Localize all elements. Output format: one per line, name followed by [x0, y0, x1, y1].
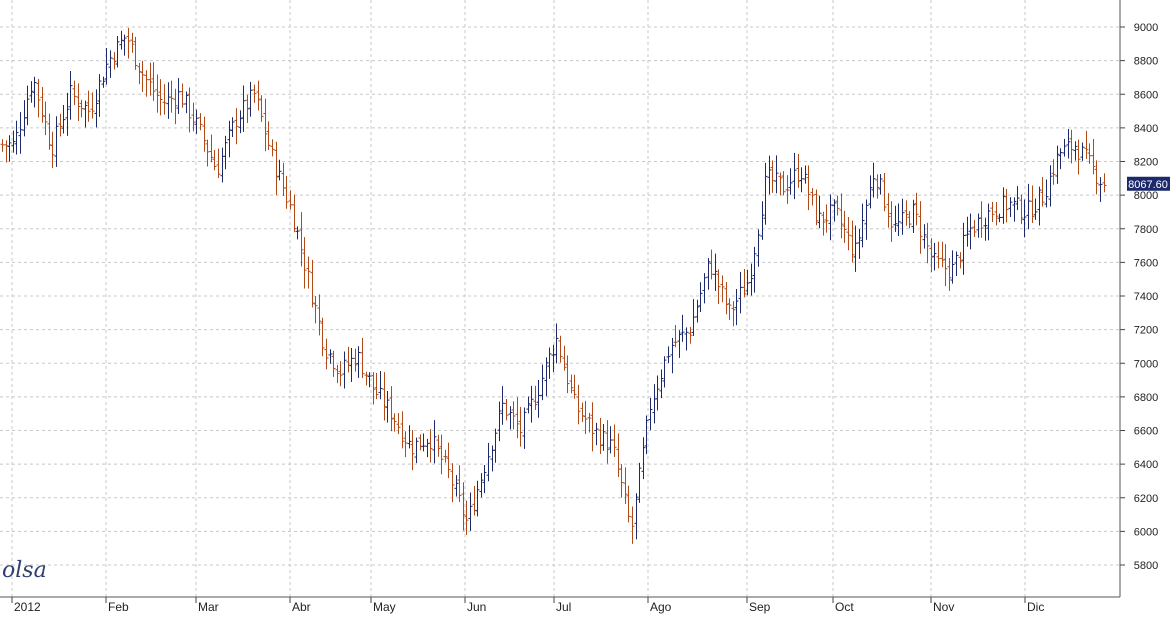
x-tick-label: Jul — [556, 600, 571, 614]
y-tick-label: 9000 — [1134, 22, 1158, 34]
y-tick-label: 6200 — [1134, 493, 1158, 505]
y-tick-label: 7800 — [1134, 224, 1158, 236]
y-tick-label: 5800 — [1134, 560, 1158, 572]
x-tick-label: May — [373, 600, 396, 614]
y-tick-label: 7200 — [1134, 325, 1158, 337]
y-tick-label: 7400 — [1134, 291, 1158, 303]
x-tick-label: Sep — [749, 600, 771, 614]
watermark-text: olsa — [2, 558, 47, 583]
x-tick-label: Abr — [292, 600, 311, 614]
y-tick-label: 7000 — [1134, 358, 1158, 370]
y-tick-label: 8400 — [1134, 123, 1158, 135]
y-tick-label: 6600 — [1134, 426, 1158, 438]
x-tick-label: Dic — [1027, 600, 1044, 614]
y-tick-label: 8000 — [1134, 190, 1158, 202]
y-tick-label: 8200 — [1134, 157, 1158, 169]
chart-svg: 5800 6000 6200 6400 6600 6800 7000 7200 7400 7600… — [0, 0, 1170, 614]
x-tick-label: Nov — [933, 600, 954, 614]
x-tick-label: Mar — [198, 600, 219, 614]
x-tick-label: Ago — [650, 600, 672, 614]
y-tick-label: 6800 — [1134, 392, 1158, 404]
ohlc-chart: 5800 6000 6200 6400 6600 6800 7000 7200 7400 7600… — [0, 0, 1176, 616]
y-tick-label: 8800 — [1134, 56, 1158, 68]
x-tick-label: 2012 — [14, 600, 41, 614]
y-tick-label: 6400 — [1134, 459, 1158, 471]
y-tick-label: 6000 — [1134, 526, 1158, 538]
x-tick-label: Feb — [108, 600, 129, 614]
y-tick-label: 7600 — [1134, 257, 1158, 269]
x-tick-label: Oct — [835, 600, 854, 614]
last-price-label: 8067.60 — [1128, 179, 1168, 191]
y-tick-label: 8600 — [1134, 89, 1158, 101]
x-tick-label: Jun — [467, 600, 486, 614]
